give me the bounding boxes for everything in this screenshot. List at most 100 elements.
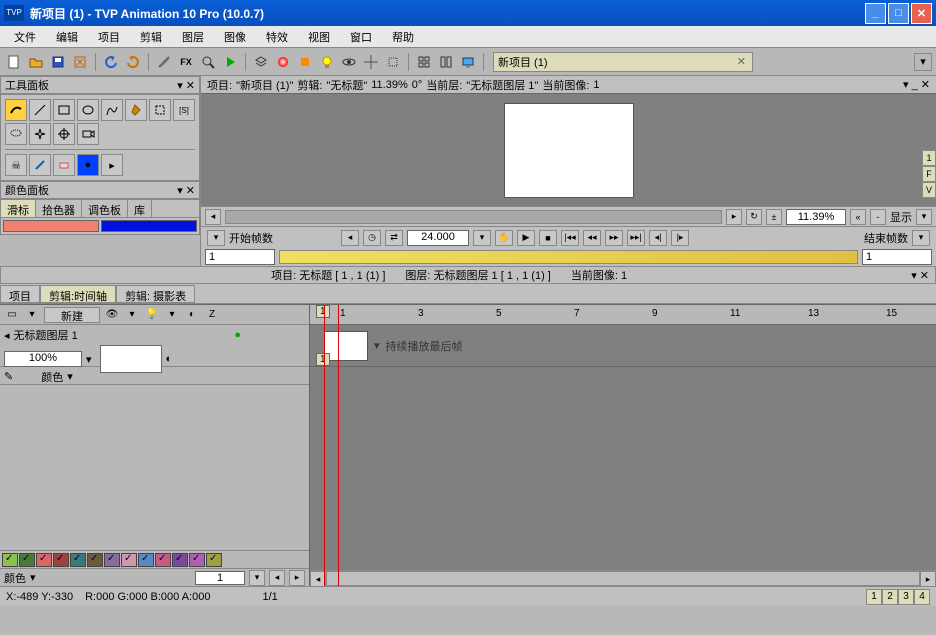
mode-value-input[interactable]: 1 xyxy=(195,571,245,585)
status-tab-3[interactable]: 3 xyxy=(898,589,914,605)
menu-view[interactable]: 视图 xyxy=(298,26,340,48)
last-frame-icon[interactable]: ▸▸| xyxy=(627,230,645,246)
tab-project[interactable]: 项目 xyxy=(0,285,40,303)
color-swatch[interactable] xyxy=(189,553,205,567)
panel-menu-icon[interactable]: ▾ _ ✕ xyxy=(903,78,930,91)
color-swatch[interactable] xyxy=(87,553,103,567)
color-swatch[interactable] xyxy=(206,553,222,567)
lock-col-icon[interactable]: ▾ xyxy=(164,307,180,323)
color-swatch[interactable] xyxy=(2,553,18,567)
crop-tool-icon[interactable] xyxy=(149,99,171,121)
color-swatch[interactable] xyxy=(104,553,120,567)
project-close-icon[interactable]: ✕ xyxy=(735,55,748,68)
layers-icon[interactable] xyxy=(251,52,271,72)
pen-brush-icon[interactable] xyxy=(29,154,51,176)
transform-icon[interactable] xyxy=(383,52,403,72)
frame-track[interactable] xyxy=(279,250,858,264)
color-wheel-icon[interactable] xyxy=(273,52,293,72)
layer-menu-icon[interactable]: ▾ xyxy=(24,307,40,323)
tab-timeline[interactable]: 剪辑:时间轴 xyxy=(40,285,116,303)
play-icon[interactable]: ▶ xyxy=(517,230,535,246)
zoom-left-icon[interactable]: ◂ xyxy=(205,209,221,225)
fps-input[interactable]: 24.000 xyxy=(407,230,469,246)
menu-help[interactable]: 帮助 xyxy=(382,26,424,48)
fps-menu-icon[interactable]: ▾ xyxy=(473,230,491,246)
new-file-icon[interactable] xyxy=(4,52,24,72)
color-tab-picker[interactable]: 拾色器 xyxy=(36,200,82,217)
tsc-right[interactable]: ▸ xyxy=(920,571,936,587)
tool-panel-header[interactable]: 工具面板 ▾ ✕ xyxy=(0,76,200,94)
camera-tool-icon[interactable] xyxy=(77,123,99,145)
eraser-icon[interactable] xyxy=(53,154,75,176)
prev-frame-icon[interactable]: ◂◂ xyxy=(583,230,601,246)
mode-left-icon[interactable]: ◂ xyxy=(269,570,285,586)
skull-brush-icon[interactable]: ☠ xyxy=(5,154,27,176)
color-swatch[interactable] xyxy=(121,553,137,567)
grid-4-icon[interactable] xyxy=(414,52,434,72)
playhead-in[interactable] xyxy=(324,305,325,586)
status-tab-4[interactable]: 4 xyxy=(914,589,930,605)
pencil-mode-icon[interactable]: ✎ xyxy=(4,370,13,383)
zoom-value[interactable]: 11.39% xyxy=(786,209,846,225)
onion-col-icon[interactable]: ▾ xyxy=(124,307,140,323)
fill-icon[interactable] xyxy=(295,52,315,72)
stop-icon[interactable]: ■ xyxy=(539,230,557,246)
display-menu-icon[interactable]: ▾ xyxy=(916,209,932,225)
menu-image[interactable]: 图像 xyxy=(214,26,256,48)
undo-icon[interactable] xyxy=(101,52,121,72)
redo-icon[interactable] xyxy=(123,52,143,72)
go-end-icon[interactable]: ▾ xyxy=(912,230,930,246)
close-button[interactable]: ✕ xyxy=(911,3,932,24)
side-tab-f[interactable]: F xyxy=(922,166,936,182)
hand-icon[interactable]: ✋ xyxy=(495,230,513,246)
menu-clip[interactable]: 剪辑 xyxy=(130,26,172,48)
play-tb-icon[interactable] xyxy=(220,52,240,72)
eye-col-icon[interactable]: 👁 xyxy=(104,307,120,323)
layer-expand-icon[interactable]: ◂ xyxy=(4,329,10,342)
wand-tool-icon[interactable] xyxy=(29,123,51,145)
spline-tool-icon[interactable] xyxy=(101,99,123,121)
menu-edit[interactable]: 编辑 xyxy=(46,26,88,48)
stroke-tool-icon[interactable] xyxy=(5,99,27,121)
frame-start-input[interactable]: 1 xyxy=(205,249,275,265)
fx-icon[interactable]: FX xyxy=(176,52,196,72)
mark-col-icon[interactable]: ◐ xyxy=(184,307,200,323)
cel-thumbnail[interactable] xyxy=(324,331,368,361)
mode-menu-icon[interactable]: ▾ xyxy=(30,571,36,584)
frame-end-input[interactable]: 1 xyxy=(862,249,932,265)
minimize-button[interactable]: _ xyxy=(865,3,886,24)
prev-icon[interactable]: ◂ xyxy=(341,230,359,246)
monitor-icon[interactable] xyxy=(458,52,478,72)
timeline-track[interactable]: ▾ 持续播放最后帧 1 xyxy=(310,325,936,367)
select-rect-icon[interactable]: [S] xyxy=(173,99,195,121)
zoom-icon[interactable] xyxy=(198,52,218,72)
mode-right-icon[interactable]: ▸ xyxy=(289,570,305,586)
side-tab-1[interactable]: 1 xyxy=(922,150,936,166)
ellipse-tool-icon[interactable] xyxy=(77,99,99,121)
color-tab-library[interactable]: 库 xyxy=(128,200,152,217)
playhead[interactable] xyxy=(338,305,339,586)
toolbar-dropdown-icon[interactable]: ▾ xyxy=(914,53,932,71)
new-layer-button[interactable]: 新建 xyxy=(44,307,100,323)
move-tool-icon[interactable] xyxy=(53,123,75,145)
blend-menu-icon[interactable]: ▾ xyxy=(67,370,73,383)
eye-tb-icon[interactable] xyxy=(339,52,359,72)
opacity-input[interactable]: 100% xyxy=(4,351,82,367)
color-a-icon[interactable]: ● xyxy=(77,154,99,176)
more-tools-icon[interactable]: ▸ xyxy=(101,154,123,176)
rotate-reset-icon[interactable]: ↻ xyxy=(746,209,762,225)
fill-tool-icon[interactable] xyxy=(125,99,147,121)
line-tool-icon[interactable] xyxy=(29,99,51,121)
eye-icon[interactable]: ● xyxy=(234,329,241,341)
rect-tool-icon[interactable] xyxy=(53,99,75,121)
color-swatch[interactable] xyxy=(155,553,171,567)
color-tab-sliders[interactable]: 滑标 xyxy=(1,200,36,217)
menu-project[interactable]: 项目 xyxy=(88,26,130,48)
layer-box-icon[interactable]: ▭ xyxy=(4,307,20,323)
light-col-icon[interactable]: 💡 xyxy=(144,307,160,323)
swatch-b[interactable] xyxy=(101,220,197,232)
panel-menu2-icon[interactable]: ▾ ✕ xyxy=(177,184,195,197)
menu-file[interactable]: 文件 xyxy=(4,26,46,48)
swatch-a[interactable] xyxy=(3,220,99,232)
panel-menu-icon[interactable]: ▾ ✕ xyxy=(177,79,195,92)
